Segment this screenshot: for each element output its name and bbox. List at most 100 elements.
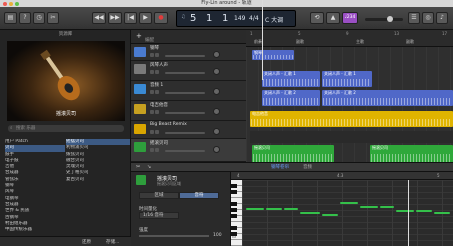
- track-header[interactable]: 钢琴: [131, 44, 246, 61]
- arrange-area[interactable]: 钢琴 关闭人声 - 汇歌 1 关闭人声 - 汇歌 1 关闭人声 - 汇歌 2 关闭人声 …: [246, 30, 453, 162]
- region[interactable]: 电吉他音: [250, 111, 453, 127]
- tab-piano-roll[interactable]: 钢琴卷帘: [271, 164, 289, 170]
- volume-slider[interactable]: [365, 16, 403, 22]
- save-button[interactable]: 存储...: [106, 239, 119, 245]
- library-patch-item[interactable]: [66, 227, 130, 233]
- piano-black-key[interactable]: [231, 202, 237, 206]
- region[interactable]: 关闭人声 - 汇歌 1: [262, 71, 320, 87]
- editor-ruler[interactable]: 4 4.3 5: [231, 172, 453, 180]
- mute-button[interactable]: [150, 53, 154, 57]
- mute-button[interactable]: [150, 130, 154, 134]
- volume-slider[interactable]: [165, 132, 205, 134]
- piano-black-key[interactable]: [231, 226, 237, 230]
- region[interactable]: 钢琴: [252, 50, 294, 60]
- midi-note[interactable]: [322, 214, 338, 216]
- playhead[interactable]: [262, 0, 263, 80]
- cycle-button[interactable]: ⟲: [310, 12, 324, 24]
- track-header[interactable]: 音频 1: [131, 81, 246, 101]
- tab-audio[interactable]: 音频: [303, 164, 312, 170]
- library-button[interactable]: ▤: [4, 12, 17, 24]
- minimize-window-button[interactable]: [9, 2, 13, 6]
- pan-knob[interactable]: [213, 88, 220, 95]
- region[interactable]: 摇滚贝司: [370, 145, 453, 162]
- solo-button[interactable]: [155, 130, 159, 134]
- mute-button[interactable]: [150, 148, 154, 152]
- midi-note[interactable]: [380, 206, 394, 208]
- track-header[interactable]: Big Beast Remix: [131, 121, 246, 139]
- piano-roll-grid[interactable]: [242, 180, 453, 246]
- arrangement-marker[interactable]: 前奏: [254, 39, 262, 45]
- piano-white-key[interactable]: [231, 240, 242, 246]
- notes-segment-button[interactable]: 音符: [179, 192, 219, 199]
- midi-note[interactable]: [266, 208, 282, 210]
- library-category-item[interactable]: 中国传统乐器: [5, 227, 65, 233]
- volume-slider[interactable]: [165, 150, 205, 152]
- media-browser-button[interactable]: ♪: [436, 12, 448, 24]
- library-search-input[interactable]: ⌕ 搜索 乐器: [8, 125, 124, 132]
- midi-note[interactable]: [284, 208, 298, 210]
- editor-playhead[interactable]: [408, 180, 409, 246]
- zoom-window-button[interactable]: [15, 2, 19, 6]
- piano-black-key[interactable]: [231, 214, 237, 218]
- help-button[interactable]: ?: [19, 12, 31, 24]
- track-header[interactable]: 摇滚贝司: [131, 139, 246, 162]
- loop-browser-button[interactable]: ◎: [422, 12, 434, 24]
- track-header[interactable]: 风琴人声: [131, 61, 246, 81]
- region[interactable]: 关闭人声 - 汇歌 1: [322, 71, 372, 87]
- quantize-select[interactable]: 1/16 音符: [139, 212, 179, 219]
- solo-button[interactable]: [155, 148, 159, 152]
- notepad-button[interactable]: ☰: [408, 12, 420, 24]
- midi-note[interactable]: [416, 210, 432, 212]
- lcd-display[interactable]: ♫ 5 1 1 149 4/4 C 大调: [176, 10, 296, 27]
- rewind-button[interactable]: ◀◀: [92, 12, 106, 24]
- solo-button[interactable]: [155, 70, 159, 74]
- midi-note[interactable]: [246, 208, 264, 210]
- solo-button[interactable]: [155, 110, 159, 114]
- pan-knob[interactable]: [213, 146, 220, 153]
- smart-controls-button[interactable]: ◷: [33, 12, 45, 24]
- pan-knob[interactable]: [213, 51, 220, 58]
- region[interactable]: 关闭人声 - 汇歌 2: [322, 90, 453, 106]
- editors-button[interactable]: ✂: [47, 12, 59, 24]
- arrangement-marker[interactable]: 副歌: [296, 39, 304, 45]
- timeline-ruler[interactable]: 1 5 9 13 17 前奏 副歌 主歌 副歌: [246, 30, 453, 47]
- play-button[interactable]: ▶: [139, 12, 152, 24]
- volume-slider[interactable]: [165, 72, 205, 74]
- mute-button[interactable]: [150, 70, 154, 74]
- tune-button[interactable]: ♩234: [342, 12, 358, 24]
- region[interactable]: 摇滚贝司: [252, 145, 334, 162]
- track-header[interactable]: 电吉他音: [131, 101, 246, 121]
- piano-black-key[interactable]: [231, 184, 237, 188]
- revert-button[interactable]: 还原: [82, 239, 91, 245]
- region-segment-button[interactable]: 区域: [139, 192, 179, 199]
- metronome-button[interactable]: ▲: [326, 12, 340, 24]
- volume-slider[interactable]: [165, 92, 205, 94]
- close-window-button[interactable]: [3, 2, 7, 6]
- arrangement-marker[interactable]: 主歌: [356, 39, 364, 45]
- pan-knob[interactable]: [213, 128, 220, 135]
- volume-slider[interactable]: [165, 55, 205, 57]
- solo-button[interactable]: [155, 90, 159, 94]
- midi-note[interactable]: [396, 210, 414, 212]
- add-track-button[interactable]: +: [136, 32, 142, 40]
- piano-keyboard[interactable]: C2: [231, 180, 242, 246]
- record-button[interactable]: ●: [154, 12, 168, 24]
- arrangement-marker[interactable]: 副歌: [406, 39, 414, 45]
- midi-note[interactable]: [300, 212, 320, 214]
- volume-knob[interactable]: [387, 16, 393, 22]
- piano-black-key[interactable]: [231, 208, 237, 212]
- pan-knob[interactable]: [213, 68, 220, 75]
- mute-button[interactable]: [150, 110, 154, 114]
- mute-button[interactable]: [150, 90, 154, 94]
- piano-black-key[interactable]: [231, 190, 237, 194]
- go-to-start-button[interactable]: |◀: [124, 12, 137, 24]
- midi-note[interactable]: [434, 212, 450, 214]
- volume-slider[interactable]: [165, 112, 205, 114]
- midi-note[interactable]: [360, 206, 378, 208]
- strength-slider[interactable]: [139, 235, 209, 237]
- forward-button[interactable]: ▶▶: [108, 12, 122, 24]
- solo-button[interactable]: [155, 53, 159, 57]
- region[interactable]: 关闭人声 - 汇歌 2: [262, 90, 320, 106]
- midi-note[interactable]: [340, 202, 358, 204]
- pan-knob[interactable]: [213, 108, 220, 115]
